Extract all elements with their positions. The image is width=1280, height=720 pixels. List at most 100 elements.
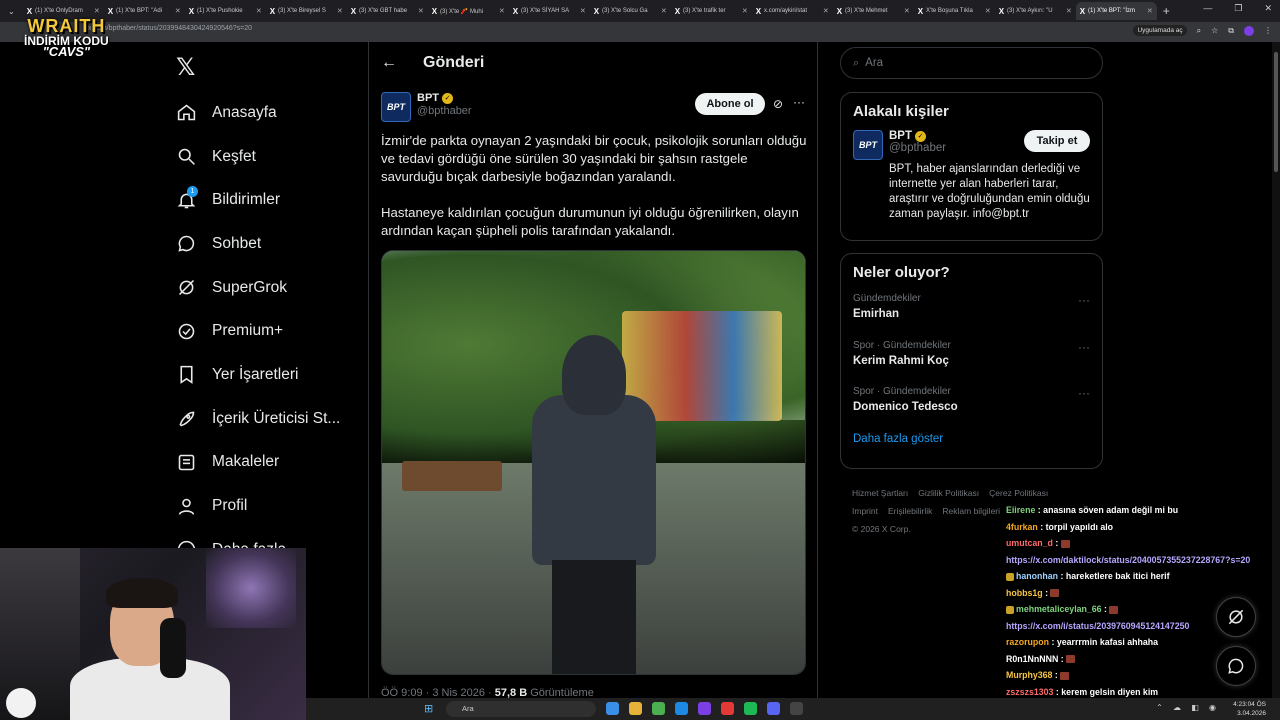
chat-username[interactable]: R0n1NnNNN <box>1006 654 1058 664</box>
messages-float-button[interactable] <box>1216 646 1256 686</box>
author-handle[interactable]: @bpthaber <box>417 105 472 117</box>
minimize-icon[interactable]: — <box>1203 3 1212 14</box>
search-input[interactable]: ⌕ Ara <box>840 47 1103 79</box>
browser-tab[interactable]: X (3) X'te Bireysel S ✕ <box>266 2 347 20</box>
nav-item-makaleler[interactable]: Makaleler <box>176 441 340 485</box>
star-icon[interactable]: ☆ <box>1211 26 1218 35</box>
browser-tab[interactable]: X (3) X'te Aykırı: "U ✕ <box>995 2 1076 20</box>
chat-username[interactable]: mehmetaliceylan_66 <box>1016 604 1102 614</box>
app-icon[interactable] <box>606 702 619 715</box>
browser-tab[interactable]: X X'te Boşuna Tıkla ✕ <box>914 2 995 20</box>
browser-tab[interactable]: X (3) X'te GBT habe ✕ <box>347 2 428 20</box>
related-user-name[interactable]: BPT <box>889 130 912 142</box>
more-options-icon[interactable]: ··· <box>1078 293 1090 307</box>
zoom-icon[interactable]: ⌕ <box>1197 26 1201 36</box>
chat-link[interactable]: https://x.com/i/status/20397609451241472… <box>1006 621 1189 631</box>
post-image[interactable] <box>381 250 806 675</box>
nav-item-i-erik-reticisi-st-[interactable]: İçerik Üreticisi St... <box>176 397 340 441</box>
open-in-app-button[interactable]: Uygulamada aç <box>1133 25 1187 36</box>
nav-item-anasayfa[interactable]: Anasayfa <box>176 91 340 135</box>
url-field[interactable]: x.com/bpthaber/status/203994843042492054… <box>88 25 252 32</box>
browser-tab[interactable]: X (3) X'te trafik ter ✕ <box>671 2 752 20</box>
grok-icon[interactable]: ⊘ <box>773 97 783 111</box>
nav-item-ke-fet[interactable]: Keşfet <box>176 135 340 179</box>
author-avatar[interactable]: BPT <box>381 92 411 122</box>
browser-tab[interactable]: X (3) X'te Solcu Ga ✕ <box>590 2 671 20</box>
author-name[interactable]: BPT <box>417 92 439 104</box>
app-icon[interactable] <box>790 702 803 715</box>
windows-start-icon[interactable]: ⊞ <box>424 702 433 715</box>
x-logo-icon[interactable]: 𝕏 <box>176 53 195 82</box>
chat-username[interactable]: hanonhan <box>1016 571 1058 581</box>
spotify-icon[interactable] <box>744 702 757 715</box>
close-icon[interactable]: ✕ <box>1264 3 1272 14</box>
trend-item[interactable]: Gündemdekiler Emirhan ··· <box>841 289 1102 336</box>
footer-link[interactable]: Erişilebilirlik <box>888 506 932 516</box>
more-options-icon[interactable]: ··· <box>793 95 805 109</box>
browser-tab[interactable]: X (3) X'te Mehmet ✕ <box>833 2 914 20</box>
footer-link[interactable]: Hizmet Şartları <box>852 488 908 498</box>
trend-item[interactable]: Spor · Gündemdekiler Domenico Tedesco ··· <box>841 382 1102 429</box>
chat-link[interactable]: https://x.com/daktilock/status/204005735… <box>1006 555 1250 565</box>
maximize-icon[interactable]: ❐ <box>1234 3 1242 14</box>
chat-username[interactable]: umutcan_d <box>1006 538 1053 548</box>
tab-list-icon[interactable]: ⌄ <box>8 7 15 16</box>
tab-close-icon[interactable]: ✕ <box>1066 7 1072 15</box>
nav-item-bildirimler[interactable]: 1 Bildirimler <box>176 178 340 222</box>
tab-close-icon[interactable]: ✕ <box>256 7 262 15</box>
follow-button[interactable]: Takip et <box>1024 130 1090 152</box>
tab-close-icon[interactable]: ✕ <box>94 7 100 15</box>
tab-close-icon[interactable]: ✕ <box>337 7 343 15</box>
browser-tab[interactable]: X (1) X'te BPT: "İzm ✕ <box>1075 2 1157 20</box>
scrollbar-thumb[interactable] <box>1274 52 1278 172</box>
browser-tab[interactable]: X (3) X'te 🧨 Muhi ✕ <box>428 2 509 20</box>
post-author[interactable]: BPT BPT ✓ @bpthaber <box>381 92 472 122</box>
grok-float-button[interactable] <box>1216 597 1256 637</box>
trend-item[interactable]: Spor · Gündemdekiler Kerim Rahmi Koç ··· <box>841 336 1102 383</box>
back-arrow-icon[interactable]: ← <box>381 54 411 72</box>
related-user[interactable]: BPT BPT ✓ @bpthaber Takip et BPT, haber … <box>841 120 1102 234</box>
browser-icon[interactable] <box>652 702 665 715</box>
chat-username[interactable]: razorupon <box>1006 637 1049 647</box>
taskbar-search[interactable]: Ara <box>446 701 596 717</box>
chat-username[interactable]: hobbs1g <box>1006 588 1043 598</box>
tab-close-icon[interactable]: ✕ <box>1147 7 1153 15</box>
nav-item-profil[interactable]: Profil <box>176 484 340 528</box>
show-more-link[interactable]: Daha fazla göster <box>841 429 1102 459</box>
extensions-icon[interactable]: ⧉ <box>1228 26 1234 36</box>
tab-close-icon[interactable]: ✕ <box>904 7 910 15</box>
footer-link[interactable]: Imprint <box>852 506 878 516</box>
nav-item-supergrok[interactable]: SuperGrok <box>176 266 340 310</box>
more-options-icon[interactable]: ··· <box>1078 386 1090 400</box>
tab-close-icon[interactable]: ✕ <box>418 7 424 15</box>
nav-item-premium-[interactable]: Premium+ <box>176 309 340 353</box>
menu-icon[interactable]: ⋮ <box>1264 26 1272 35</box>
tab-close-icon[interactable]: ✕ <box>823 7 829 15</box>
chat-username[interactable]: 4furkan <box>1006 522 1038 532</box>
app-icon[interactable] <box>698 702 711 715</box>
chat-username[interactable]: Murphy368 <box>1006 670 1052 680</box>
subscribe-button[interactable]: Abone ol <box>695 93 765 115</box>
tab-close-icon[interactable]: ✕ <box>499 7 505 15</box>
footer-link[interactable]: Reklam bilgileri <box>942 506 1000 516</box>
browser-tab[interactable]: X (1) X'te Pushokie ✕ <box>185 2 266 20</box>
edge-icon[interactable] <box>675 702 688 715</box>
tab-close-icon[interactable]: ✕ <box>580 7 586 15</box>
tab-close-icon[interactable]: ✕ <box>175 7 181 15</box>
chat-username[interactable]: Eiirene <box>1006 505 1035 515</box>
tab-close-icon[interactable]: ✕ <box>742 7 748 15</box>
footer-link[interactable]: Çerez Politikası <box>989 488 1048 498</box>
related-user-avatar[interactable]: BPT <box>853 130 883 160</box>
profile-avatar[interactable] <box>1244 25 1254 36</box>
nav-item-sohbet[interactable]: Sohbet <box>176 222 340 266</box>
discord-icon[interactable] <box>767 702 780 715</box>
new-tab-button[interactable]: + <box>1163 4 1170 18</box>
related-user-handle[interactable]: @bpthaber <box>889 142 946 154</box>
browser-tab[interactable]: X (1) X'te BPT: "Adi ✕ <box>104 2 185 20</box>
nav-item-yer-i-aretleri[interactable]: Yer İşaretleri <box>176 353 340 397</box>
taskbar-clock[interactable]: 4:23:04 ÖS 3.04.2026 <box>1233 700 1266 718</box>
tab-close-icon[interactable]: ✕ <box>985 7 991 15</box>
system-tray-icons[interactable]: ⌃ ☁ ◧ ◉ <box>1156 703 1220 712</box>
browser-tab[interactable]: Xx.com/aykiri/stat ✕ <box>752 2 833 20</box>
browser-tab[interactable]: X (3) X'te SİYAH SA ✕ <box>509 2 590 20</box>
